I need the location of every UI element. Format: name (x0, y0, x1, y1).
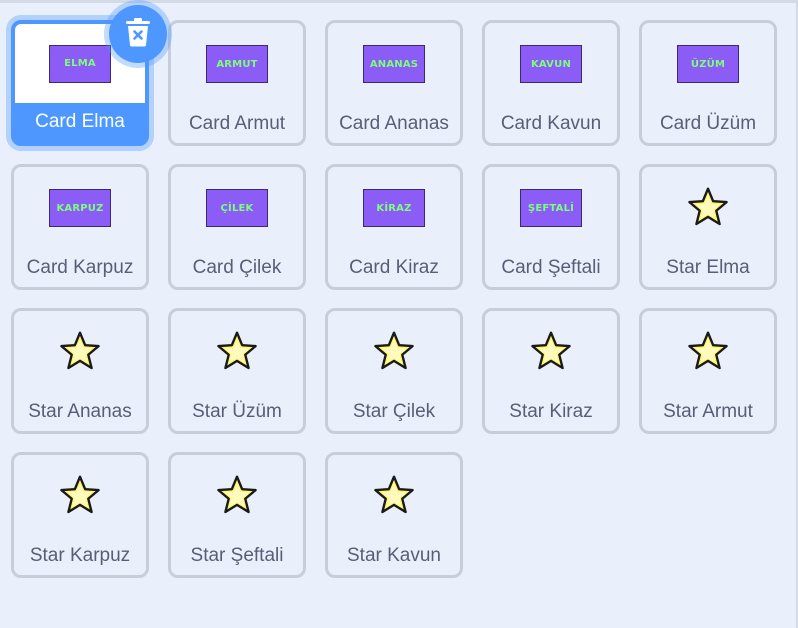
sprite-name: Card Üzüm (659, 113, 757, 134)
star-icon (214, 329, 260, 375)
sprite-tile-star-çilek[interactable]: Star Çilek (325, 308, 463, 434)
sprite-thumbnail (642, 167, 774, 249)
star-icon (371, 473, 417, 519)
sprite-thumbnail: ÇİLEK (171, 167, 303, 249)
sprite-thumbnail (14, 311, 146, 393)
sprite-name: Star Kavun (347, 545, 441, 566)
card-image: KAVUN (520, 45, 582, 83)
sprite-name: Card Şeftali (501, 257, 601, 278)
trash-icon (124, 17, 152, 52)
sprite-tile-card-ananas[interactable]: ANANAS Card Ananas (325, 20, 463, 146)
pane-top-border (0, 0, 798, 3)
star-icon (685, 185, 731, 231)
sprite-name: Star Elma (666, 257, 750, 278)
card-image: KİRAZ (363, 189, 425, 227)
sprite-grid: ELMA Card Elma ARMUT Card Armut ANANAS C… (11, 20, 777, 578)
sprite-tile-card-üzüm[interactable]: ÜZÜM Card Üzüm (639, 20, 777, 146)
sprite-tile-card-kiraz[interactable]: KİRAZ Card Kiraz (325, 164, 463, 290)
sprite-name: Card Armut (188, 113, 286, 134)
sprite-name: Card Ananas (339, 113, 449, 134)
sprite-thumbnail: ÜZÜM (642, 23, 774, 105)
sprite-name: Card Kavun (500, 113, 602, 134)
sprite-thumbnail: KİRAZ (328, 167, 460, 249)
card-image: ARMUT (206, 45, 268, 83)
sprite-name: Star Şeftali (190, 545, 284, 566)
sprite-name: Card Elma (35, 111, 125, 132)
sprite-thumbnail: ARMUT (171, 23, 303, 105)
sprite-tile-star-karpuz[interactable]: Star Karpuz (11, 452, 149, 578)
sprite-thumbnail (328, 311, 460, 393)
sprite-pane: ELMA Card Elma ARMUT Card Armut ANANAS C… (0, 0, 798, 628)
sprite-tile-star-elma[interactable]: Star Elma (639, 164, 777, 290)
sprite-name: Star Çilek (352, 401, 436, 422)
delete-sprite-button[interactable] (109, 5, 167, 63)
star-icon (528, 329, 574, 375)
sprite-thumbnail (14, 455, 146, 537)
star-icon (371, 329, 417, 375)
sprite-thumbnail (642, 311, 774, 393)
sprite-tile-card-karpuz[interactable]: KARPUZ Card Karpuz (11, 164, 149, 290)
sprite-name: Star Üzüm (192, 401, 282, 422)
sprite-name: Card Karpuz (26, 257, 134, 278)
sprite-tile-star-şeftali[interactable]: Star Şeftali (168, 452, 306, 578)
sprite-name: Card Kiraz (349, 257, 439, 278)
sprite-tile-star-kavun[interactable]: Star Kavun (325, 452, 463, 578)
sprite-thumbnail (171, 455, 303, 537)
sprite-tile-star-armut[interactable]: Star Armut (639, 308, 777, 434)
sprite-tile-star-üzüm[interactable]: Star Üzüm (168, 308, 306, 434)
card-image: ELMA (49, 44, 111, 83)
card-image: ANANAS (363, 45, 425, 83)
sprite-tile-card-çilek[interactable]: ÇİLEK Card Çilek (168, 164, 306, 290)
sprite-thumbnail (328, 455, 460, 537)
star-icon (57, 329, 103, 375)
sprite-tile-card-armut[interactable]: ARMUT Card Armut (168, 20, 306, 146)
sprite-name: Card Çilek (192, 257, 282, 278)
sprite-thumbnail: KARPUZ (14, 167, 146, 249)
sprite-thumbnail: KAVUN (485, 23, 617, 105)
sprite-thumbnail: ŞEFTALİ (485, 167, 617, 249)
card-image: ÇİLEK (206, 189, 268, 227)
sprite-name: Star Armut (663, 401, 753, 422)
card-image: ŞEFTALİ (520, 189, 582, 227)
sprite-name: Star Kiraz (509, 401, 593, 422)
sprite-tile-card-kavun[interactable]: KAVUN Card Kavun (482, 20, 620, 146)
sprite-tile-star-ananas[interactable]: Star Ananas (11, 308, 149, 434)
card-image: ÜZÜM (677, 45, 739, 83)
sprite-thumbnail (171, 311, 303, 393)
sprite-thumbnail (485, 311, 617, 393)
sprite-tile-star-kiraz[interactable]: Star Kiraz (482, 308, 620, 434)
star-icon (57, 473, 103, 519)
star-icon (214, 473, 260, 519)
star-icon (685, 329, 731, 375)
sprite-tile-card-şeftali[interactable]: ŞEFTALİ Card Şeftali (482, 164, 620, 290)
sprite-thumbnail: ANANAS (328, 23, 460, 105)
sprite-name: Star Karpuz (29, 545, 131, 566)
card-image: KARPUZ (49, 189, 111, 227)
sprite-name: Star Ananas (28, 401, 132, 422)
